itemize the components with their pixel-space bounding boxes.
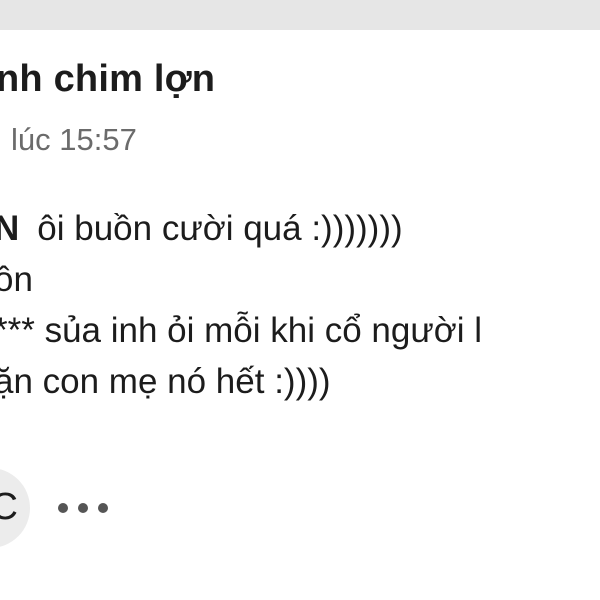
post-line-text: ặn con mẹ nó hết :)))) [0, 362, 331, 401]
post-timestamp[interactable]: lúc 15:57 [11, 122, 137, 158]
more-horizontal-icon [78, 503, 88, 513]
post-line-text: ôi buồn cười quá :))))))) [37, 209, 403, 248]
more-horizontal-icon [58, 503, 68, 513]
author-name[interactable]: nh chim lợn [0, 58, 215, 101]
post-body: Nôi buồn cười quá :))))))) ồn *** sủa in… [0, 203, 600, 407]
post-line: ặn con mẹ nó hết :)))) [0, 356, 600, 407]
post-header: nh chim lợn [0, 58, 215, 101]
post-footer: C [0, 468, 600, 548]
post-line-text: *** sủa inh ỏi mỗi khi cổ người l [0, 311, 483, 350]
avatar-letter: C [0, 486, 18, 528]
more-options-button[interactable] [48, 488, 118, 528]
post-line: *** sủa inh ỏi mỗi khi cổ người l [0, 305, 600, 356]
more-horizontal-icon [98, 503, 108, 513]
post-line: ồn [0, 254, 600, 305]
top-bar [0, 0, 600, 30]
post-line: Nôi buồn cười quá :))))))) [0, 203, 600, 254]
mentioned-name[interactable]: N [0, 209, 19, 248]
avatar[interactable]: C [0, 468, 30, 548]
post-line-text: ồn [0, 260, 33, 299]
post-screen: nh chim lợn lúc 15:57 Nôi buồn cười quá … [0, 0, 600, 600]
